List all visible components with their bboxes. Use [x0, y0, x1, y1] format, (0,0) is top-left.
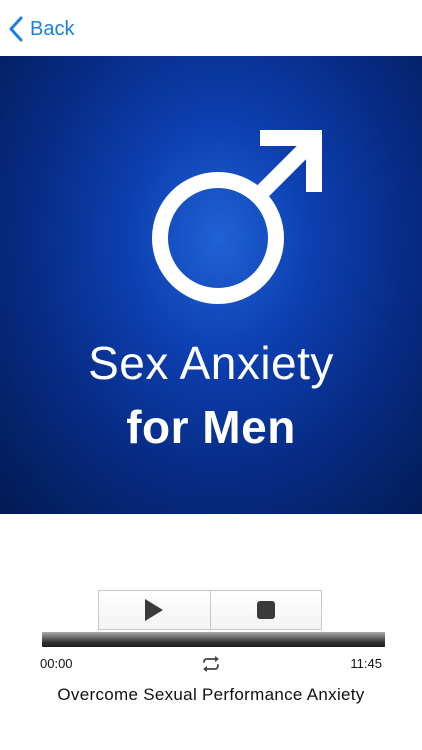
- total-duration: 11:45: [350, 656, 382, 671]
- play-button[interactable]: [99, 591, 210, 629]
- navigation-bar: Back: [0, 0, 422, 56]
- artwork-title-line2: for Men: [126, 401, 296, 453]
- play-icon: [145, 599, 164, 621]
- back-label: Back: [30, 17, 75, 40]
- audio-player-screen: Back Sex Anxiety for Men 00:00 11:45 Ove…: [0, 0, 422, 750]
- repeat-button[interactable]: [199, 654, 223, 674]
- stop-button[interactable]: [209, 591, 322, 629]
- playback-controls: [98, 590, 322, 630]
- elapsed-time: 00:00: [40, 656, 73, 671]
- repeat-icon: [203, 656, 219, 672]
- artwork-title-line1: Sex Anxiety: [88, 337, 334, 389]
- back-button[interactable]: Back: [8, 14, 74, 44]
- progress-slider[interactable]: [42, 632, 385, 647]
- track-title: Overcome Sexual Performance Anxiety: [57, 685, 365, 704]
- stop-icon: [256, 601, 275, 619]
- chevron-left-icon: [9, 16, 23, 42]
- album-artwork: Sex Anxiety for Men: [0, 56, 422, 514]
